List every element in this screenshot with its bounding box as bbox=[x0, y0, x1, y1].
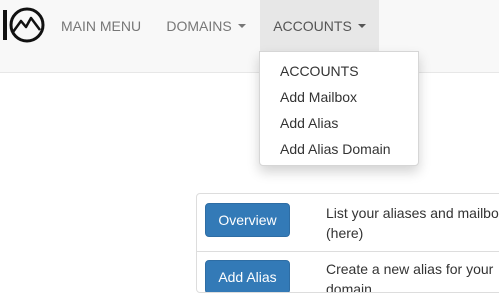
overview-button[interactable]: Overview bbox=[205, 203, 290, 237]
menu-item-add-mailbox[interactable]: Add Mailbox bbox=[260, 84, 418, 110]
nav-domains[interactable]: DOMAINS bbox=[152, 0, 260, 51]
chevron-down-icon bbox=[357, 24, 366, 28]
nav-domains-label: DOMAINS bbox=[166, 17, 232, 34]
logo-mark bbox=[3, 7, 45, 43]
add-alias-description: Create a new alias for your domain bbox=[326, 261, 494, 293]
accounts-dropdown-menu: ACCOUNTS Add Mailbox Add Alias Add Alias… bbox=[259, 51, 419, 166]
add-alias-button-label: Add Alias bbox=[218, 269, 277, 285]
top-navbar: MAIN MENU DOMAINS ACCOUNTS bbox=[0, 0, 499, 73]
brand-logo[interactable] bbox=[2, 7, 48, 43]
actions-panel: Overview List your aliases and mailboxes… bbox=[196, 193, 499, 293]
menu-item-accounts[interactable]: ACCOUNTS bbox=[260, 58, 418, 84]
nav-main-menu-label: MAIN MENU bbox=[60, 17, 142, 34]
overview-description: List your aliases and mailboxes (here) bbox=[326, 205, 499, 241]
overview-button-label: Overview bbox=[218, 212, 277, 228]
nav-accounts[interactable]: ACCOUNTS bbox=[260, 0, 379, 51]
menu-item-add-alias[interactable]: Add Alias bbox=[260, 110, 418, 136]
menu-item-add-alias-domain[interactable]: Add Alias Domain bbox=[260, 136, 418, 162]
nav-accounts-label: ACCOUNTS bbox=[273, 17, 352, 34]
nav-main-menu[interactable]: MAIN MENU bbox=[50, 0, 152, 51]
chevron-down-icon bbox=[237, 24, 246, 28]
row-divider bbox=[197, 251, 499, 252]
add-alias-button[interactable]: Add Alias bbox=[205, 260, 290, 292]
